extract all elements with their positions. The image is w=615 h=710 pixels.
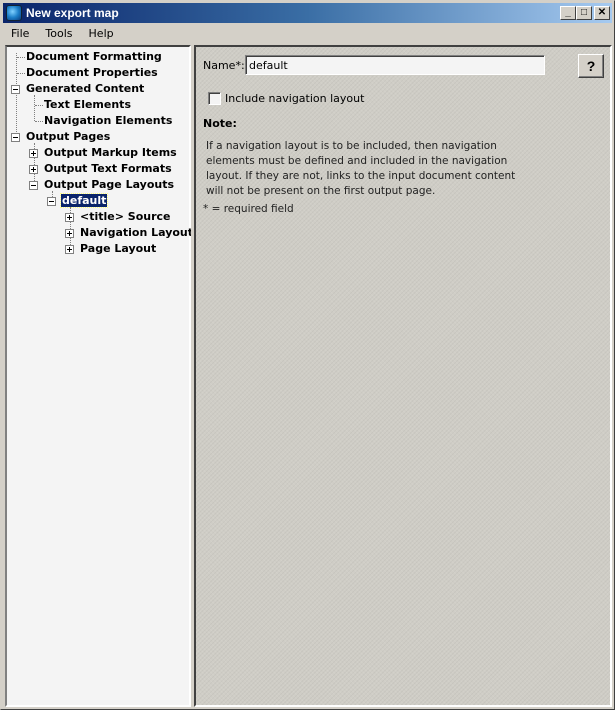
export-map-window: New export map _ □ ✕ File Tools Help Doc… <box>0 0 615 710</box>
title-bar[interactable]: New export map _ □ ✕ <box>3 3 612 23</box>
name-input[interactable] <box>245 55 545 75</box>
tree-item-output-markup-items[interactable]: Output Markup Items <box>29 145 178 161</box>
menu-help[interactable]: Help <box>81 27 122 40</box>
expand-icon[interactable] <box>29 165 38 174</box>
tree-item-default[interactable]: default <box>47 193 109 209</box>
menu-tools[interactable]: Tools <box>37 27 80 40</box>
include-navigation-label: Include navigation layout <box>225 92 365 105</box>
collapse-icon[interactable] <box>11 133 20 142</box>
collapse-icon[interactable] <box>47 197 56 206</box>
tree-item-document-formatting[interactable]: Document Formatting <box>25 49 163 65</box>
tree-item-navigation-elements[interactable]: Navigation Elements <box>43 113 173 129</box>
include-navigation-checkbox[interactable] <box>208 92 221 105</box>
tree-connector <box>35 121 43 122</box>
tree-connector <box>17 73 25 74</box>
note-heading: Note: <box>203 117 237 130</box>
tree-item-title-source[interactable]: <title> Source <box>65 209 172 225</box>
menu-file[interactable]: File <box>3 27 37 40</box>
expand-icon[interactable] <box>29 149 38 158</box>
collapse-icon[interactable] <box>11 85 20 94</box>
expand-icon[interactable] <box>65 213 74 222</box>
maximize-button[interactable]: □ <box>576 6 592 20</box>
tree-connector <box>17 57 25 58</box>
name-label: Name*: <box>203 59 245 72</box>
tree-item-navigation-layout[interactable]: Navigation Layout <box>65 225 194 241</box>
tree-connector <box>34 95 35 121</box>
minimize-button[interactable]: _ <box>560 6 576 20</box>
tree-item-page-layout[interactable]: Page Layout <box>65 241 157 257</box>
tree-item-output-text-formats[interactable]: Output Text Formats <box>29 161 173 177</box>
tree-item-output-pages[interactable]: Output Pages <box>11 129 111 145</box>
tree-item-generated-content[interactable]: Generated Content <box>11 81 145 97</box>
include-navigation-option[interactable]: Include navigation layout <box>208 92 364 105</box>
close-button[interactable]: ✕ <box>594 6 610 20</box>
properties-form: Name*: ? Include navigation layout Note:… <box>194 45 612 707</box>
help-button[interactable]: ? <box>578 54 604 78</box>
expand-icon[interactable] <box>65 229 74 238</box>
tree-item-output-page-layouts[interactable]: Output Page Layouts <box>29 177 175 193</box>
expand-icon[interactable] <box>65 245 74 254</box>
help-icon: ? <box>586 58 596 74</box>
minimize-icon: _ <box>565 7 571 18</box>
close-icon: ✕ <box>597 7 607 18</box>
window-title: New export map <box>26 6 119 20</box>
navigation-tree[interactable]: Document Formatting Document Properties … <box>5 45 194 707</box>
tree-item-text-elements[interactable]: Text Elements <box>43 97 132 113</box>
app-globe-icon <box>6 5 22 21</box>
required-field-legend: * = required field <box>203 203 294 215</box>
menu-bar: File Tools Help <box>3 24 612 42</box>
note-text: If a navigation layout is to be included… <box>206 140 516 197</box>
collapse-icon[interactable] <box>29 181 38 190</box>
maximize-icon: □ <box>580 7 588 18</box>
tree-item-document-properties[interactable]: Document Properties <box>25 65 159 81</box>
tree-connector <box>16 53 17 138</box>
tree-connector <box>35 105 43 106</box>
